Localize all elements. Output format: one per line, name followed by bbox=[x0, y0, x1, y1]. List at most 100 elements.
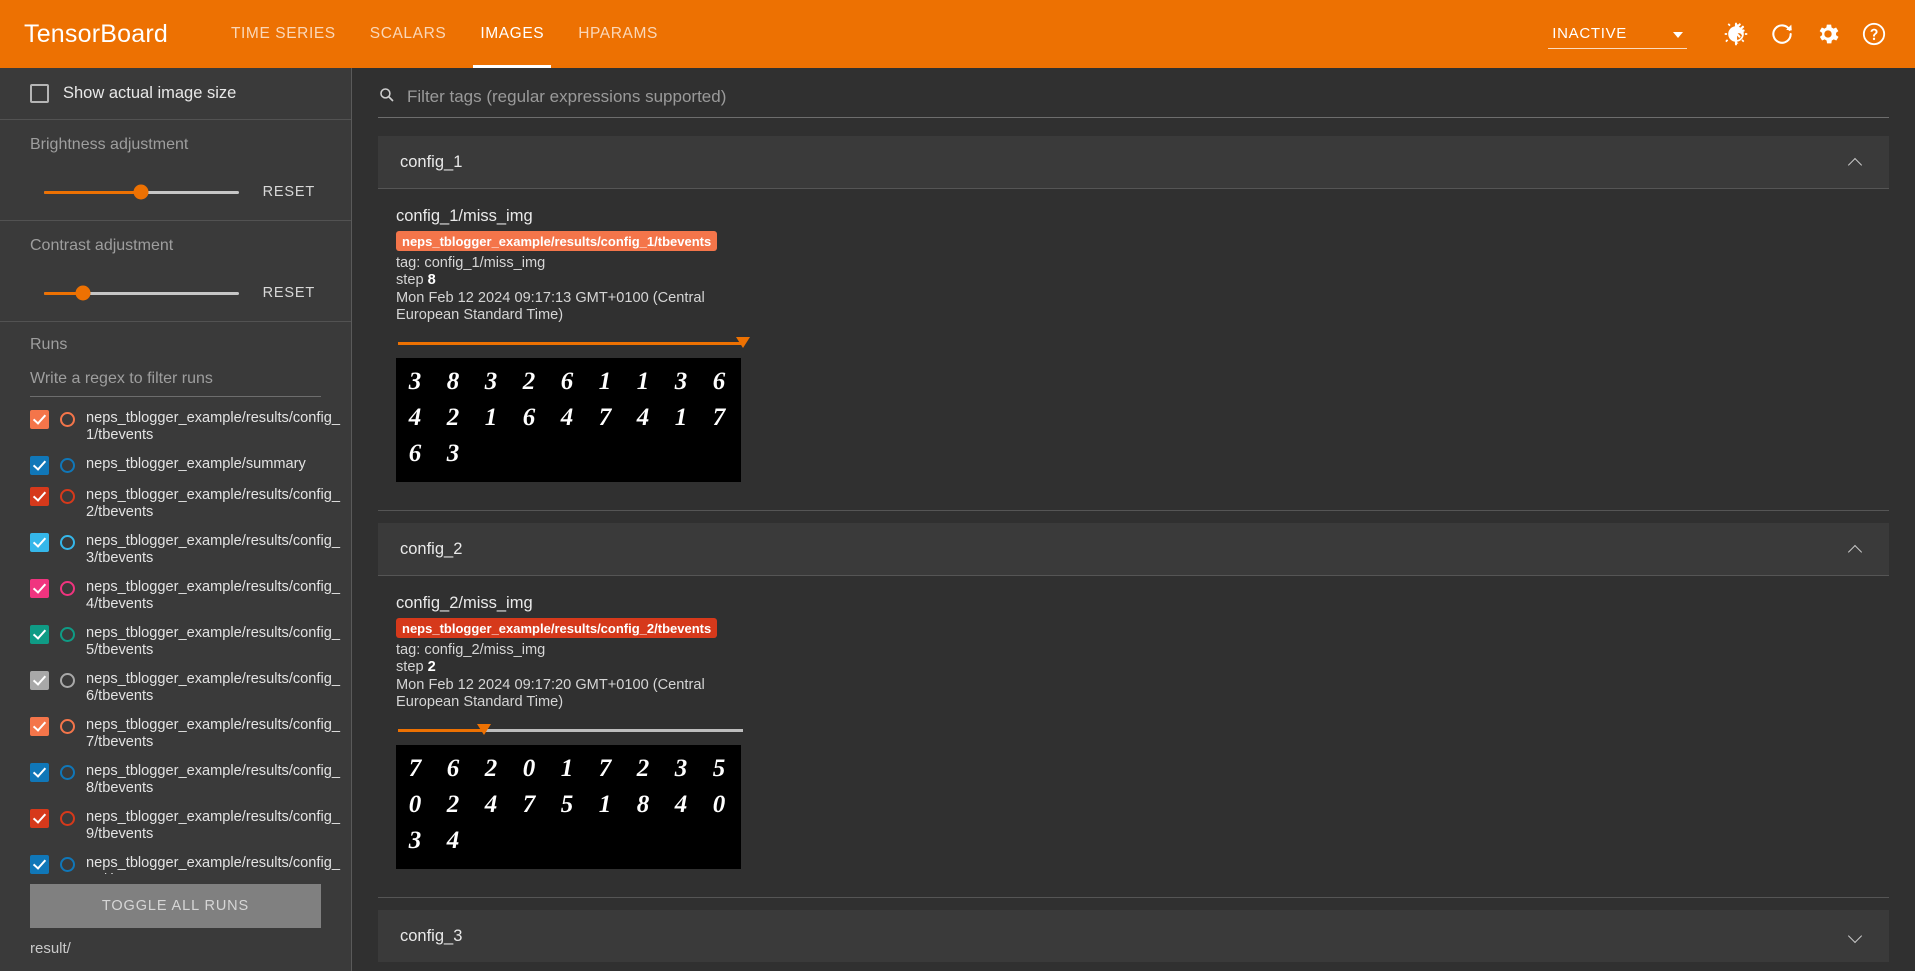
tab-time-series[interactable]: TIME SERIES bbox=[214, 0, 353, 68]
card-header-config_3[interactable]: config_3 bbox=[378, 910, 1889, 962]
run-checkbox[interactable] bbox=[30, 855, 49, 874]
tab-scalars[interactable]: SCALARS bbox=[353, 0, 464, 68]
run-checkbox[interactable] bbox=[30, 487, 49, 506]
chevron-up-icon[interactable] bbox=[1847, 152, 1867, 172]
card-header-config_2[interactable]: config_2 bbox=[378, 523, 1889, 575]
image-preview[interactable]: 76201723502475184034 bbox=[396, 745, 741, 869]
contrast-slider-knob[interactable] bbox=[75, 285, 91, 301]
run-checkbox[interactable] bbox=[30, 763, 49, 782]
tag-filter-input[interactable] bbox=[407, 87, 1889, 107]
brightness-slider[interactable] bbox=[44, 184, 239, 200]
run-color-circle[interactable] bbox=[60, 857, 75, 872]
image-digit: 5 bbox=[560, 791, 574, 818]
step-slider-fill bbox=[398, 729, 485, 732]
card-title: config_2 bbox=[400, 539, 463, 558]
run-checkbox[interactable] bbox=[30, 456, 49, 475]
run-list-item[interactable]: neps_tblogger_example/results/config_7/t… bbox=[30, 716, 343, 751]
run-list-item[interactable]: neps_tblogger_example/results/config_6/t… bbox=[30, 670, 343, 705]
run-color-circle[interactable] bbox=[60, 412, 75, 427]
brightness-reset-button[interactable]: RESET bbox=[257, 180, 321, 204]
image-preview[interactable]: 38326113642164741763 bbox=[396, 358, 741, 482]
image-digit: 8 bbox=[636, 791, 650, 818]
run-name-label: neps_tblogger_example/results/config_5/t… bbox=[86, 625, 340, 658]
run-checkbox[interactable] bbox=[30, 579, 49, 598]
step-slider[interactable] bbox=[398, 336, 750, 350]
run-list-item[interactable]: neps_tblogger_example/results/config_3/t… bbox=[30, 532, 343, 567]
help-icon[interactable] bbox=[1851, 11, 1897, 57]
chevron-up-icon[interactable] bbox=[1847, 539, 1867, 559]
image-digit: 7 bbox=[598, 755, 612, 782]
brightness-slider-fill bbox=[44, 190, 142, 194]
run-list-item[interactable]: neps_tblogger_example/results/config_8/t… bbox=[30, 762, 343, 797]
run-checkbox[interactable] bbox=[30, 410, 49, 429]
step-value: 8 bbox=[427, 272, 436, 288]
run-checkbox[interactable] bbox=[30, 625, 49, 644]
image-card: config_3 bbox=[378, 910, 1889, 962]
image-digit: 2 bbox=[484, 755, 498, 782]
run-list-item[interactable]: neps_tblogger_example/results/config_4/t… bbox=[30, 578, 343, 613]
run-color-circle[interactable] bbox=[60, 719, 75, 734]
run-color-circle[interactable] bbox=[60, 535, 75, 550]
card-header-config_1[interactable]: config_1 bbox=[378, 136, 1889, 188]
tab-images[interactable]: IMAGES bbox=[463, 0, 561, 68]
image-digit-row: 63 bbox=[396, 436, 741, 472]
run-color-circle[interactable] bbox=[60, 627, 75, 642]
step-slider[interactable] bbox=[398, 723, 743, 737]
run-color-circle[interactable] bbox=[60, 489, 75, 504]
main-area: Show actual image size Brightness adjust… bbox=[0, 68, 1915, 971]
chevron-down-icon[interactable] bbox=[1847, 926, 1867, 946]
run-color-circle[interactable] bbox=[60, 673, 75, 688]
run-list-item[interactable]: neps_tblogger_example/results/config_5/t… bbox=[30, 624, 343, 659]
toggle-all-runs-button[interactable]: TOGGLE ALL RUNS bbox=[30, 884, 321, 928]
reload-mode-select[interactable]: INACTIVE bbox=[1548, 25, 1687, 49]
run-checkbox[interactable] bbox=[30, 717, 49, 736]
contrast-slider[interactable] bbox=[44, 285, 239, 301]
run-name-label: neps_tblogger_example/results/config_8/t… bbox=[86, 763, 340, 796]
image-digit: 6 bbox=[408, 440, 422, 467]
top-app-bar: TensorBoard TIME SERIES SCALARS IMAGES H… bbox=[0, 0, 1915, 68]
show-actual-image-size-checkbox[interactable] bbox=[30, 84, 49, 103]
run-list-item[interactable]: neps_tblogger_example/results/config_1/t… bbox=[30, 409, 343, 444]
run-checkbox[interactable] bbox=[30, 671, 49, 690]
brightness-icon[interactable] bbox=[1713, 11, 1759, 57]
contrast-reset-button[interactable]: RESET bbox=[257, 281, 321, 305]
brightness-section: Brightness adjustment RESET bbox=[0, 120, 351, 220]
contrast-slider-row: RESET bbox=[30, 281, 321, 305]
image-digit: 4 bbox=[408, 404, 422, 431]
image-digit: 3 bbox=[408, 368, 422, 395]
image-digit: 4 bbox=[674, 791, 688, 818]
image-card: config_1 config_1/miss_img neps_tblogger_e… bbox=[378, 136, 1889, 511]
image-digit: 7 bbox=[408, 755, 422, 782]
image-digit: 6 bbox=[712, 368, 726, 395]
run-color-circle[interactable] bbox=[60, 765, 75, 780]
step-slider-thumb[interactable] bbox=[736, 337, 750, 348]
runs-regex-input[interactable] bbox=[30, 368, 321, 397]
brightness-slider-row: RESET bbox=[30, 180, 321, 204]
run-list-item[interactable]: neps_tblogger_example/results/config_2/t… bbox=[30, 486, 343, 521]
run-checkbox[interactable] bbox=[30, 809, 49, 828]
step-slider-thumb[interactable] bbox=[477, 724, 492, 735]
tab-hparams[interactable]: HPARAMS bbox=[561, 0, 675, 68]
show-actual-image-size-row[interactable]: Show actual image size bbox=[30, 84, 321, 103]
nav-tabs: TIME SERIES SCALARS IMAGES HPARAMS bbox=[214, 0, 675, 68]
run-color-circle[interactable] bbox=[60, 458, 75, 473]
refresh-icon[interactable] bbox=[1759, 11, 1805, 57]
image-digit: 3 bbox=[674, 368, 688, 395]
run-color-circle[interactable] bbox=[60, 811, 75, 826]
run-list-item[interactable]: neps_tblogger_example/results/config_9/t… bbox=[30, 808, 343, 843]
contrast-section: Contrast adjustment RESET bbox=[0, 221, 351, 321]
run-list-item[interactable]: neps_tblogger_example/results/config_10/… bbox=[30, 854, 343, 874]
image-digit: 0 bbox=[522, 755, 536, 782]
settings-icon[interactable] bbox=[1805, 11, 1851, 57]
tag-filter-bar bbox=[352, 68, 1915, 118]
brightness-slider-knob[interactable] bbox=[133, 184, 149, 200]
image-digit: 4 bbox=[636, 404, 650, 431]
top-bar-actions: INACTIVE bbox=[1548, 11, 1897, 57]
run-color-circle[interactable] bbox=[60, 581, 75, 596]
image-tag-title: config_1/miss_img bbox=[396, 207, 533, 225]
run-list-item[interactable]: neps_tblogger_example/summary bbox=[30, 455, 343, 475]
step-slider-fill bbox=[398, 342, 743, 345]
run-checkbox[interactable] bbox=[30, 533, 49, 552]
app-brand: TensorBoard bbox=[24, 19, 168, 48]
image-digit: 4 bbox=[484, 791, 498, 818]
